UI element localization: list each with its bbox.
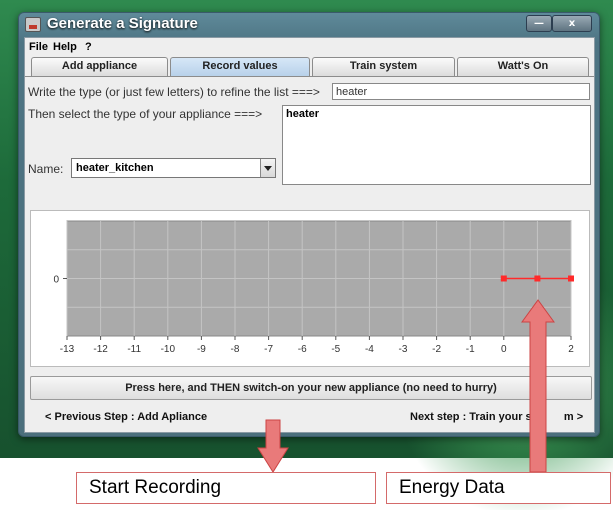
screenshot: Generate a Signature — x File Help ? Add…: [0, 0, 613, 510]
start-recording-arrow: [257, 419, 289, 473]
start-recording-callout: Start Recording: [76, 472, 376, 504]
energy-data-callout: Energy Data: [386, 472, 611, 504]
annotation-arrows: [257, 299, 555, 473]
energy-data-arrow: [521, 299, 555, 473]
